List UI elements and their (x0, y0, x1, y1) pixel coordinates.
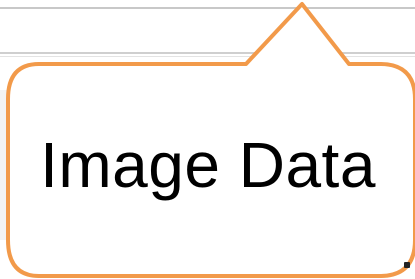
callout-label: Image Data (40, 129, 376, 201)
screenshot-stage: Image Data (0, 0, 415, 279)
corner-handle (404, 262, 410, 268)
